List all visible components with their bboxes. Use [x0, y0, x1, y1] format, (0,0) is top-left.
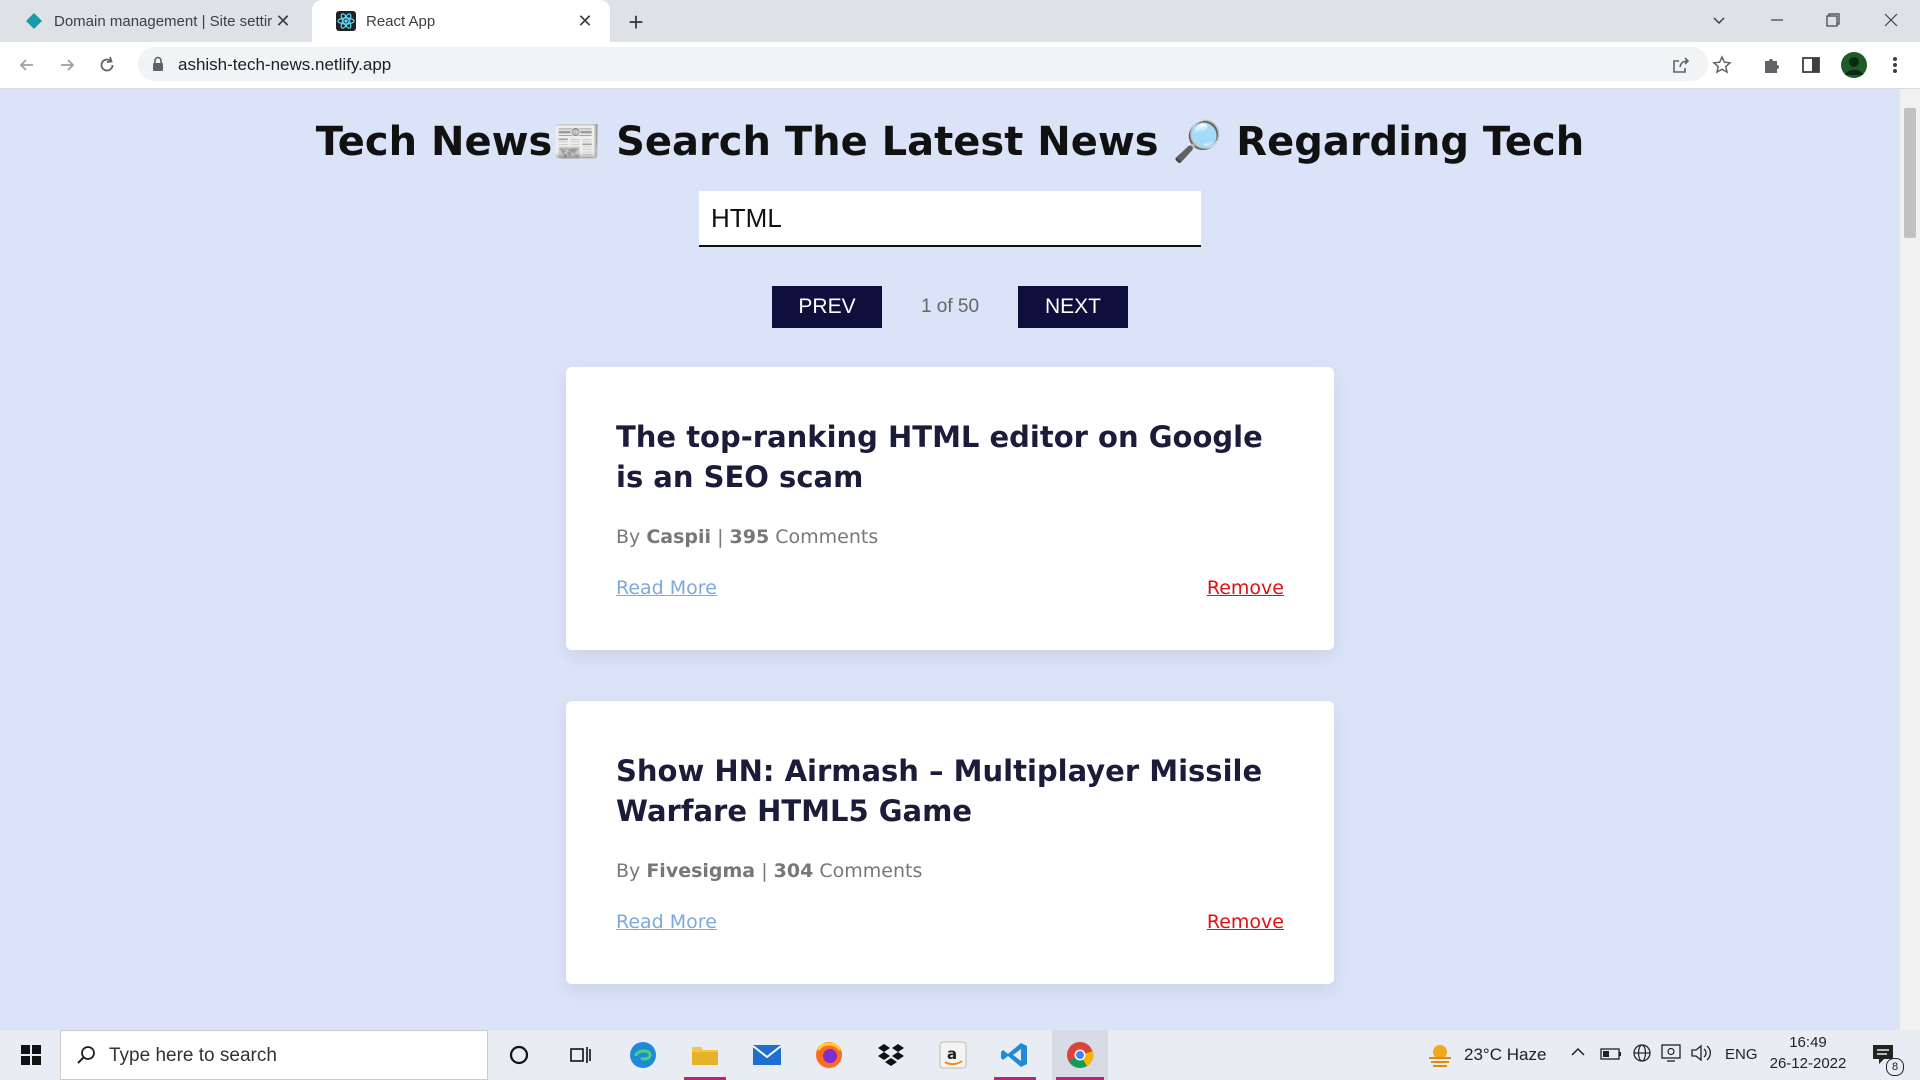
meta-separator: |	[717, 526, 724, 548]
side-panel-icon[interactable]	[1800, 54, 1822, 76]
restore-icon[interactable]	[1806, 0, 1860, 40]
page-content: Tech News📰 Search The Latest News 🔎 Rega…	[0, 89, 1900, 1030]
clock-date: 26-12-2022	[1769, 1055, 1847, 1072]
tab-domain-management[interactable]: Domain management | Site settir ✕	[0, 0, 308, 42]
comments-label: Comments	[775, 526, 879, 548]
profile-avatar-icon[interactable]	[1840, 51, 1868, 79]
search-icon	[75, 1044, 97, 1071]
share-icon[interactable]	[1670, 54, 1692, 76]
lock-icon[interactable]	[152, 56, 164, 77]
article-title: The top-ranking HTML editor on Google is…	[616, 420, 1263, 494]
vscode-icon[interactable]	[990, 1030, 1040, 1080]
remove-link[interactable]: Remove	[1207, 577, 1284, 599]
svg-text:a: a	[947, 1045, 957, 1063]
clock[interactable]: 16:49 26-12-2022	[1768, 1034, 1848, 1072]
close-tab-icon[interactable]: ✕	[272, 10, 294, 32]
reload-icon[interactable]	[92, 50, 122, 80]
meta-separator: |	[761, 860, 768, 882]
tab-react-app[interactable]: React App ✕	[312, 0, 610, 42]
amazon-icon[interactable]: a	[928, 1030, 978, 1080]
news-card: The top-ranking HTML editor on Google is…	[566, 367, 1334, 650]
back-arrow-icon[interactable]	[12, 50, 42, 80]
article-author: Fivesigma	[646, 860, 756, 882]
article-meta: By Caspii | 395 Comments	[616, 526, 878, 548]
read-more-link[interactable]: Read More	[616, 577, 717, 599]
file-explorer-icon[interactable]	[680, 1030, 730, 1080]
next-button[interactable]: NEXT	[1018, 286, 1128, 328]
minimize-icon[interactable]	[1750, 0, 1804, 40]
address-bar[interactable]: ashish-tech-news.netlify.app	[138, 47, 1708, 81]
article-author: Caspii	[646, 526, 712, 548]
react-logo-icon	[336, 11, 356, 31]
tab-title: Domain management | Site settir	[54, 12, 272, 30]
cortana-icon[interactable]	[494, 1030, 544, 1080]
windows-start-icon[interactable]	[6, 1030, 56, 1080]
taskbar-search-box[interactable]: Type here to search	[60, 1030, 488, 1080]
forward-arrow-icon[interactable]	[52, 50, 82, 80]
comments-label: Comments	[819, 860, 923, 882]
by-label: By	[616, 526, 641, 548]
weather-haze-icon[interactable]	[1415, 1030, 1465, 1080]
tab-search-chevron-icon[interactable]	[1692, 0, 1746, 40]
taskbar: Type here to search a 23°C Haze ENG 16:4…	[0, 1030, 1920, 1080]
bookmark-star-icon[interactable]	[1711, 54, 1733, 76]
search-input[interactable]	[699, 191, 1201, 247]
prev-button[interactable]: PREV	[772, 286, 882, 328]
by-label: By	[616, 860, 641, 882]
news-card: Show HN: Airmash – Multiplayer Missile W…	[566, 701, 1334, 984]
clock-time: 16:49	[1789, 1034, 1827, 1051]
volume-icon[interactable]	[1690, 1043, 1712, 1068]
show-hidden-icons-chevron-icon[interactable]	[1570, 1044, 1586, 1065]
more-menu-icon[interactable]	[1884, 54, 1906, 76]
firefox-icon[interactable]	[804, 1030, 854, 1080]
article-meta: By Fivesigma | 304 Comments	[616, 860, 922, 882]
mail-icon[interactable]	[742, 1030, 792, 1080]
remove-link[interactable]: Remove	[1207, 911, 1284, 933]
chrome-icon[interactable]	[1052, 1030, 1108, 1080]
close-window-icon[interactable]	[1864, 0, 1918, 40]
tab-title: React App	[366, 12, 436, 30]
extensions-puzzle-icon[interactable]	[1760, 54, 1782, 76]
read-more-link[interactable]: Read More	[616, 911, 717, 933]
notifications-icon[interactable]: 8	[1858, 1030, 1908, 1080]
taskbar-search-placeholder: Type here to search	[109, 1045, 277, 1066]
weather-text[interactable]: 23°C Haze	[1464, 1045, 1546, 1065]
dropbox-icon[interactable]	[866, 1030, 916, 1080]
article-title: Show HN: Airmash – Multiplayer Missile W…	[616, 754, 1263, 828]
notification-count-badge: 8	[1886, 1058, 1904, 1076]
display-icon[interactable]	[1660, 1043, 1682, 1068]
page-indicator: 1 of 50	[920, 296, 980, 317]
netlify-diamond-icon	[24, 11, 44, 31]
close-tab-icon[interactable]: ✕	[574, 10, 596, 32]
language-indicator[interactable]: ENG	[1725, 1046, 1758, 1063]
browser-toolbar: ashish-tech-news.netlify.app	[0, 42, 1920, 89]
battery-icon[interactable]	[1600, 1046, 1622, 1066]
new-tab-icon[interactable]: +	[622, 7, 650, 37]
tab-strip: Domain management | Site settir ✕ React …	[0, 0, 1920, 42]
edge-browser-icon[interactable]	[618, 1030, 668, 1080]
task-view-icon[interactable]	[556, 1030, 606, 1080]
page-title: Tech News📰 Search The Latest News 🔎 Rega…	[315, 119, 1585, 165]
comment-count: 395	[729, 526, 770, 548]
scrollbar-thumb[interactable]	[1904, 108, 1916, 238]
comment-count: 304	[773, 860, 814, 882]
url-text: ashish-tech-news.netlify.app	[178, 55, 392, 74]
network-globe-icon[interactable]	[1632, 1043, 1652, 1068]
